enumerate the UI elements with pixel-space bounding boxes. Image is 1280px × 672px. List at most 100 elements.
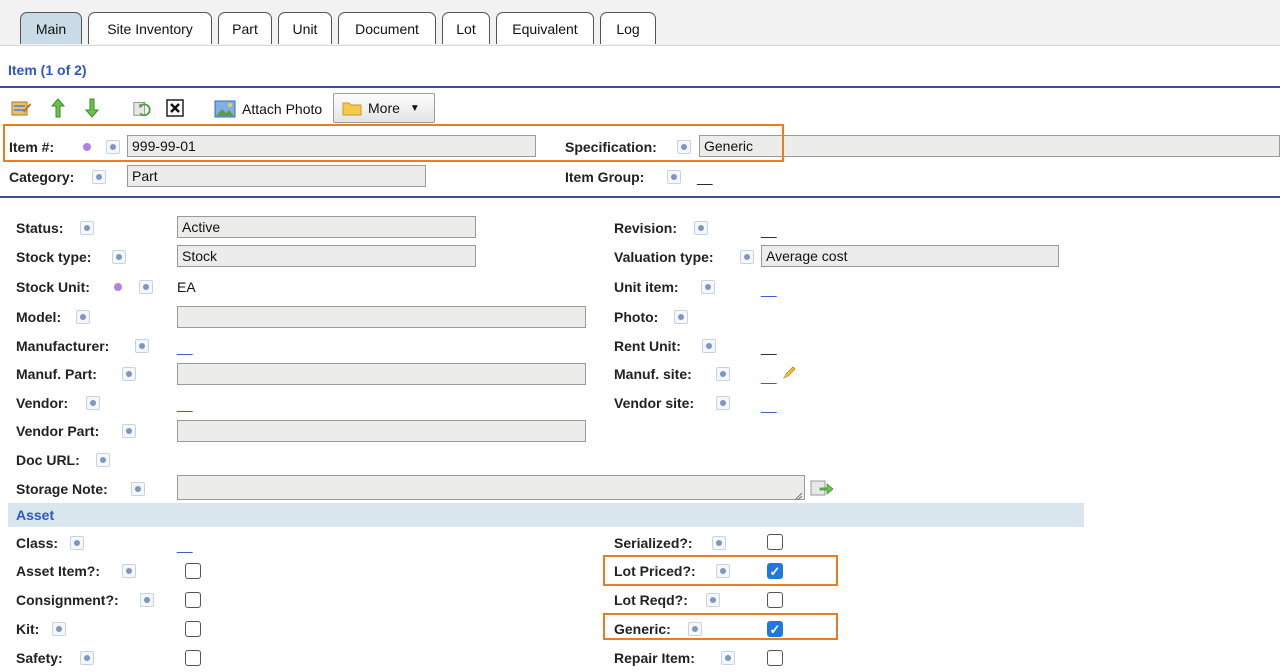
highlight-box [3,124,784,162]
help-icon[interactable] [716,367,730,381]
help-icon[interactable] [131,482,145,496]
tab-lot[interactable]: Lot [442,12,490,44]
help-icon[interactable] [667,170,681,184]
tab-document[interactable]: Document [338,12,436,44]
doc-url-label: Doc URL: [16,452,80,468]
tab-site-inventory[interactable]: Site Inventory [88,12,212,44]
help-icon[interactable] [96,453,110,467]
consignment-label: Consignment?: [16,592,119,608]
specification-input[interactable]: Generic [699,135,1280,157]
pencil-icon[interactable] [781,365,797,381]
manuf-site-link[interactable]: __ [761,368,777,384]
help-icon[interactable] [716,396,730,410]
tab-main[interactable]: Main [20,12,82,44]
category-input[interactable]: Part [127,165,426,187]
kit-label: Kit: [16,621,40,637]
arrow-up-icon[interactable] [48,98,68,118]
title-divider [0,86,1280,88]
help-icon[interactable] [135,339,149,353]
more-button[interactable]: More ▼ [333,93,435,123]
repair-item-checkbox[interactable] [767,650,783,666]
help-icon[interactable] [70,536,84,550]
safety-checkbox[interactable] [185,650,201,666]
valuation-type-label: Valuation type: [614,249,714,265]
tab-equivalent[interactable]: Equivalent [496,12,594,44]
help-icon[interactable] [740,250,754,264]
consignment-checkbox[interactable] [185,592,201,608]
help-icon[interactable] [122,564,136,578]
page-title: Item (1 of 2) [8,62,87,78]
help-icon[interactable] [694,221,708,235]
vendor-site-label: Vendor site: [614,395,695,411]
vendor-part-input[interactable] [177,420,586,442]
help-icon[interactable] [122,367,136,381]
help-icon[interactable] [721,651,735,665]
help-icon[interactable] [706,593,720,607]
help-icon[interactable] [140,593,154,607]
highlight-box [603,555,838,586]
help-icon[interactable] [112,250,126,264]
model-input[interactable] [177,306,586,328]
tab-label: Equivalent [512,20,578,37]
required-indicator-icon [114,283,122,291]
valuation-type-select[interactable]: Average cost [761,245,1059,267]
asset-section-title: Asset [16,507,55,523]
edit-icon[interactable] [11,98,31,118]
tab-bar: Main Site Inventory Part Unit Document L… [0,0,1280,46]
storage-note-label: Storage Note: [16,481,108,497]
asset-item-label: Asset Item?: [16,563,101,579]
help-icon[interactable] [76,310,90,324]
vendor-part-label: Vendor Part: [16,423,100,439]
manuf-site-label: Manuf. site: [614,366,692,382]
tab-log[interactable]: Log [600,12,656,44]
tab-part[interactable]: Part [218,12,272,44]
help-icon[interactable] [712,536,726,550]
help-icon[interactable] [122,424,136,438]
refresh-icon[interactable] [132,98,152,118]
manuf-part-label: Manuf. Part: [16,366,97,382]
help-icon[interactable] [92,170,106,184]
help-icon[interactable] [86,396,100,410]
help-icon[interactable] [52,622,66,636]
vendor-link[interactable]: __ [177,396,193,412]
revision-value: __ [761,222,777,238]
lot-reqd-checkbox[interactable] [767,592,783,608]
stock-unit-value: EA [177,279,196,295]
delete-icon[interactable] [165,98,185,118]
arrow-down-icon[interactable] [82,98,102,118]
manuf-part-input[interactable] [177,363,586,385]
help-icon[interactable] [702,339,716,353]
help-icon[interactable] [80,651,94,665]
header-divider [0,196,1280,198]
safety-label: Safety: [16,650,63,666]
tab-label: Lot [456,20,476,37]
tab-unit[interactable]: Unit [278,12,332,44]
unit-item-label: Unit item: [614,279,679,295]
asset-section-header: Asset [8,503,1084,527]
item-group-value[interactable]: __ [697,169,713,185]
storage-note-textarea[interactable] [177,475,805,500]
unit-item-link[interactable]: __ [761,281,777,297]
help-icon[interactable] [701,280,715,294]
manufacturer-link[interactable]: __ [177,339,193,355]
category-label: Category: [9,169,75,185]
class-link[interactable]: __ [177,537,193,553]
repair-item-label: Repair Item: [614,650,695,666]
asset-item-checkbox[interactable] [185,563,201,579]
help-icon[interactable] [80,221,94,235]
revision-label: Revision: [614,220,678,236]
status-select[interactable]: Active [177,216,476,238]
model-label: Model: [16,309,62,325]
attach-photo-button[interactable]: Attach Photo [214,98,322,120]
vendor-site-link[interactable]: __ [761,397,777,413]
help-icon[interactable] [674,310,688,324]
resize-handle-icon[interactable] [793,488,803,501]
kit-checkbox[interactable] [185,621,201,637]
stock-type-label: Stock type: [16,249,92,265]
stock-type-select[interactable]: Stock [177,245,476,267]
go-arrow-icon[interactable] [810,478,834,498]
help-icon[interactable] [139,280,153,294]
tab-label: Unit [292,20,318,37]
stock-unit-label: Stock Unit: [16,279,90,295]
serialized-checkbox[interactable] [767,534,783,550]
